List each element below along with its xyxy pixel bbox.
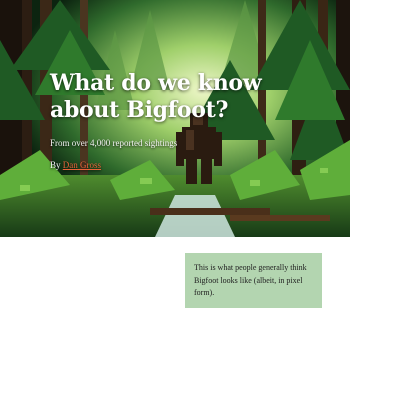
author-link[interactable]: Dan Gross [63,160,101,170]
byline-prefix: By [50,160,61,170]
image-caption-text: This is what people generally think Bigf… [194,263,307,297]
hero-text-block: What do we know about Bigfoot? From over… [50,70,310,170]
image-caption: This is what people generally think Bigf… [185,253,322,308]
page-title: What do we know about Bigfoot? [50,70,262,123]
byline: By Dan Gross [50,160,310,170]
page-subtitle: From over 4,000 reported sightings [50,138,178,148]
hero-banner: What do we know about Bigfoot? From over… [0,0,350,237]
